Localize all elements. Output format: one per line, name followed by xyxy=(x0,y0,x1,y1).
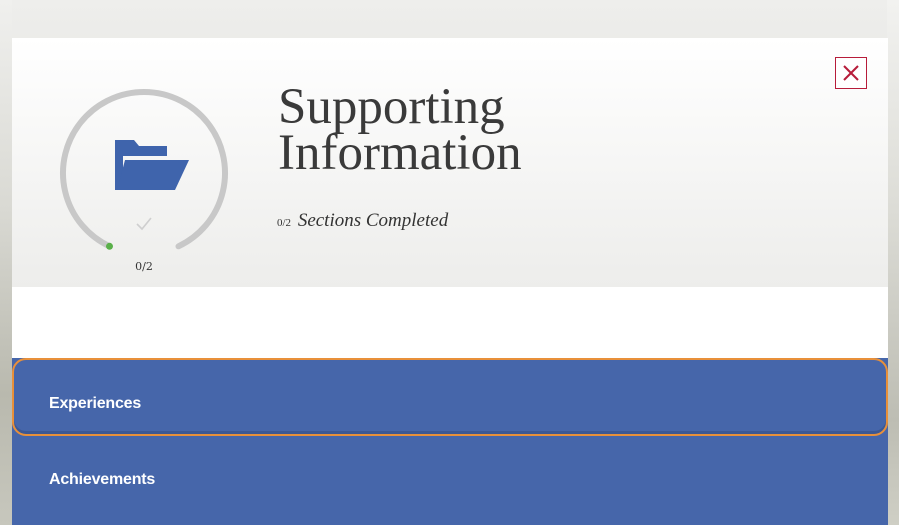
folder-open-icon xyxy=(115,140,189,190)
section-list: Experiences Achievements xyxy=(12,358,888,525)
modal-header: 0/2 Supporting Information 0/2 Sections … xyxy=(12,38,888,287)
close-button[interactable] xyxy=(835,57,867,89)
background-left-edge xyxy=(0,0,12,525)
section-label: Achievements xyxy=(49,471,156,488)
close-x-icon xyxy=(843,65,859,81)
supporting-information-modal: 0/2 Supporting Information 0/2 Sections … xyxy=(12,38,888,525)
progress-ring: 0/2 xyxy=(49,78,239,273)
progress-count: 0/2 xyxy=(135,260,153,273)
section-item-achievements[interactable]: Achievements xyxy=(12,443,888,521)
section-label: Experiences xyxy=(49,395,142,412)
checkmark-icon xyxy=(136,217,152,231)
title-line-2: Information xyxy=(278,125,522,181)
progress-indicator-dot xyxy=(106,242,113,250)
section-item-experiences[interactable]: Experiences xyxy=(12,358,888,436)
sections-completed-status: 0/2 Sections Completed xyxy=(277,210,448,232)
background-right-edge xyxy=(887,0,899,525)
completed-text: Sections Completed xyxy=(297,210,449,231)
page-title: Supporting Information xyxy=(278,82,738,179)
completed-count: 0/2 xyxy=(277,217,292,229)
